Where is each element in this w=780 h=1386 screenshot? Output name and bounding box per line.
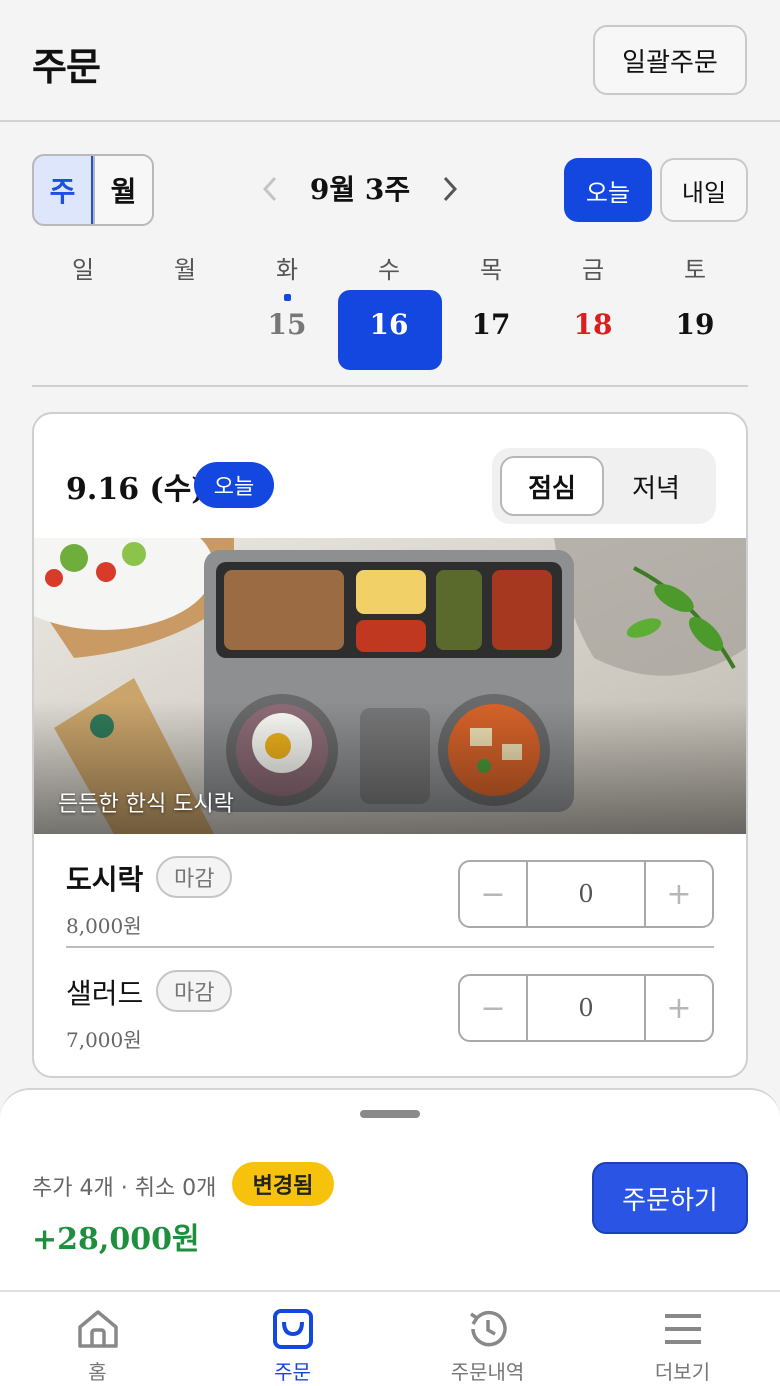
item-divider	[66, 946, 714, 948]
next-week-icon[interactable]	[440, 174, 460, 204]
day-number: 15	[267, 308, 307, 341]
menu-item: 도시락 마감 8,000원 − 0 +	[66, 838, 714, 950]
item-name: 도시락	[66, 863, 144, 896]
history-icon	[465, 1306, 511, 1352]
quantity-stepper: − 0 +	[458, 974, 714, 1042]
day-wed-selected[interactable]: 수 16	[338, 248, 442, 370]
day-sun: 일	[32, 248, 134, 370]
week-day-strip: 일 월 화 15 수 16 목 17 금 18 토 19	[32, 248, 748, 370]
change-summary: 추가 4개 · 취소 0개	[32, 1176, 217, 1201]
card-date: 9.16 (수)	[66, 472, 206, 507]
day-name: 수	[377, 256, 401, 284]
week-label: 9월 3주	[309, 173, 411, 206]
tab-label: 더보기	[654, 1360, 711, 1384]
day-name: 일	[71, 256, 95, 284]
day-mon: 월	[134, 248, 236, 370]
tomorrow-button[interactable]: 내일	[660, 158, 748, 222]
menu-card: 9.16 (수) 오늘 점심 저녁 든든한 한식 도시락 도시락 마감 8,00…	[32, 412, 748, 1078]
app-header: 주문 일괄주문	[0, 0, 780, 122]
total-amount: +28,000원	[32, 1222, 200, 1257]
lunch-tab[interactable]: 점심	[500, 456, 604, 516]
tab-order[interactable]: 주문	[195, 1292, 390, 1386]
decrease-button[interactable]: −	[460, 976, 526, 1040]
day-name: 월	[173, 256, 197, 284]
quantity-value: 0	[526, 976, 646, 1040]
tab-more[interactable]: 더보기	[585, 1292, 780, 1386]
day-name: 화	[275, 256, 299, 284]
item-name: 샐러드	[66, 977, 144, 1010]
meal-photo: 든든한 한식 도시락	[34, 538, 746, 834]
tab-home[interactable]: 홈	[0, 1292, 195, 1386]
page-title: 주문	[32, 45, 101, 89]
meal-switch: 점심 저녁	[492, 448, 716, 524]
item-price: 8,000원	[66, 914, 142, 938]
prev-week-icon[interactable]	[260, 174, 280, 204]
day-thu[interactable]: 목 17	[440, 248, 542, 370]
order-dot-icon	[284, 294, 291, 301]
day-number: 17	[471, 308, 511, 341]
bottom-tab-bar: 홈 주문 주문내역 더보기	[0, 1290, 780, 1386]
quantity-stepper: − 0 +	[458, 860, 714, 928]
week-view-button[interactable]: 주	[34, 156, 93, 224]
day-fri[interactable]: 금 18	[542, 248, 644, 370]
home-icon	[75, 1306, 121, 1352]
day-tue[interactable]: 화 15	[236, 248, 338, 370]
week-navigator: 9월 3주	[260, 160, 470, 218]
day-number: 19	[675, 308, 715, 341]
tab-label: 주문	[274, 1360, 311, 1384]
photo-caption: 든든한 한식 도시락	[58, 792, 234, 817]
day-name: 토	[683, 256, 707, 284]
increase-button[interactable]: +	[646, 976, 712, 1040]
tab-label: 주문내역	[450, 1360, 525, 1384]
tab-order-history[interactable]: 주문내역	[390, 1292, 585, 1386]
sheet-drag-handle[interactable]	[360, 1110, 420, 1118]
divider	[32, 385, 748, 387]
closed-badge: 마감	[156, 970, 233, 1012]
dinner-tab[interactable]: 저녁	[604, 456, 708, 516]
day-number: 18	[573, 308, 613, 341]
menu-item: 샐러드 마감 7,000원 − 0 +	[66, 952, 714, 1064]
day-sat[interactable]: 토 19	[644, 248, 746, 370]
decrease-button[interactable]: −	[460, 862, 526, 926]
bulk-order-button[interactable]: 일괄주문	[593, 25, 747, 95]
closed-badge: 마감	[156, 856, 233, 898]
today-button[interactable]: 오늘	[564, 158, 652, 222]
menu-icon	[660, 1306, 706, 1352]
view-toggle: 주 월	[32, 154, 154, 226]
day-name: 금	[581, 256, 605, 284]
day-number: 16	[369, 308, 409, 341]
changed-badge: 변경됨	[232, 1162, 334, 1206]
quantity-value: 0	[526, 862, 646, 926]
today-badge: 오늘	[194, 462, 274, 508]
shopping-bag-icon	[270, 1306, 316, 1352]
day-name: 목	[479, 256, 503, 284]
tab-label: 홈	[88, 1360, 107, 1384]
item-price: 7,000원	[66, 1028, 142, 1052]
order-summary-sheet: 추가 4개 · 취소 0개 변경됨 +28,000원 주문하기	[0, 1088, 780, 1290]
increase-button[interactable]: +	[646, 862, 712, 926]
place-order-button[interactable]: 주문하기	[592, 1162, 748, 1234]
month-view-button[interactable]: 월	[93, 156, 152, 224]
